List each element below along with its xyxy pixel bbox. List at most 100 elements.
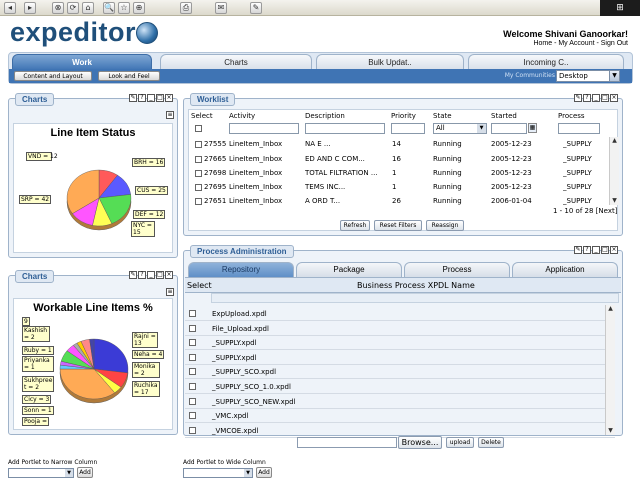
narrow-portlet-select[interactable]: ▼ (8, 468, 74, 478)
row-checkbox[interactable] (195, 170, 202, 177)
row-checkbox[interactable] (189, 426, 196, 434)
xpdl-file-name[interactable]: _SUPPLY_SCO_NEW.xpdl (212, 397, 296, 407)
media-icon[interactable]: ⊕ (133, 2, 145, 14)
portlet-title[interactable]: Process Administration (190, 245, 294, 258)
close-icon[interactable]: × (610, 246, 618, 254)
maximize-icon[interactable]: □ (156, 271, 164, 279)
description-filter-input[interactable] (305, 123, 385, 134)
scroll-down-icon[interactable]: ▼ (610, 197, 619, 205)
look-feel-button[interactable]: Look and Feel (98, 71, 160, 81)
maximize-icon[interactable]: □ (601, 246, 609, 254)
started-filter-input[interactable] (491, 123, 527, 134)
xpdl-file-name[interactable]: _VMC.xpdl (212, 411, 248, 421)
close-icon[interactable]: × (165, 271, 173, 279)
forward-icon[interactable]: ▸ (24, 2, 36, 14)
refresh-button[interactable]: Refresh (340, 220, 370, 231)
config-icon[interactable]: ≡ (166, 111, 174, 119)
column-header[interactable]: Select (191, 112, 213, 120)
edit-icon[interactable]: ✎ (250, 2, 262, 14)
priority-filter-input[interactable] (391, 123, 425, 134)
scroll-up-icon[interactable]: ▲ (610, 137, 619, 145)
home-icon[interactable]: ⌂ (82, 2, 94, 14)
print-icon[interactable]: ⎙ (180, 2, 192, 14)
reassign-button[interactable]: Reassign (426, 220, 464, 231)
refresh-icon[interactable]: ⟳ (67, 2, 79, 14)
row-checkbox[interactable] (189, 310, 196, 317)
minimize-icon[interactable]: _ (147, 271, 155, 279)
tab-bulk-update[interactable]: Bulk Updat.. (316, 54, 464, 70)
column-header[interactable]: Activity (229, 112, 255, 120)
edit-icon[interactable]: ✎ (574, 246, 582, 254)
xpdl-file-name[interactable]: File_Upload.xpdl (212, 324, 269, 334)
portlet-title[interactable]: Charts (15, 270, 55, 283)
calendar-icon[interactable]: ▦ (528, 123, 537, 133)
xpdl-file-name[interactable]: _SUPPLY.xpdl (212, 353, 257, 363)
scroll-down-icon[interactable]: ▼ (606, 427, 615, 435)
portlet-title[interactable]: Charts (15, 93, 55, 106)
tab-incoming[interactable]: Incoming C.. (468, 54, 624, 70)
column-header[interactable]: Priority (391, 112, 416, 120)
edit-icon[interactable]: ✎ (574, 94, 582, 102)
maximize-icon[interactable]: □ (156, 94, 164, 102)
help-icon[interactable]: ? (583, 94, 591, 102)
wide-portlet-select[interactable]: ▼ (183, 468, 253, 478)
browse-button[interactable]: Browse... (398, 436, 442, 449)
minimize-icon[interactable]: _ (592, 246, 600, 254)
search-icon[interactable]: 🔍 (103, 2, 115, 14)
worklist-scrollbar[interactable]: ▲ ▼ (609, 137, 619, 205)
add-narrow-button[interactable]: Add (77, 467, 93, 478)
close-icon[interactable]: × (165, 94, 173, 102)
xpdl-file-name[interactable]: _SUPPLY_SCO.xpdl (212, 367, 276, 377)
pagination[interactable]: 1 - 10 of 28 [Next] (553, 207, 617, 216)
row-checkbox[interactable] (189, 324, 196, 332)
column-header[interactable]: Description (305, 112, 345, 120)
row-checkbox[interactable] (195, 198, 202, 205)
column-header[interactable]: Started (491, 112, 517, 120)
row-checkbox[interactable] (189, 339, 196, 347)
xpdl-file-name[interactable]: _SUPPLY_SCO_1.0.xpdl (212, 382, 291, 392)
select-all-checkbox[interactable] (195, 125, 202, 132)
delete-button[interactable]: Delete (478, 437, 504, 448)
maximize-icon[interactable]: □ (601, 94, 609, 102)
minimize-icon[interactable]: _ (592, 94, 600, 102)
activity-filter-input[interactable] (229, 123, 299, 134)
file-path-input[interactable] (297, 437, 397, 448)
tab-work[interactable]: Work (12, 54, 152, 70)
tab-application[interactable]: Application (512, 262, 618, 277)
add-wide-button[interactable]: Add (256, 467, 272, 478)
repository-scrollbar[interactable]: ▲ ▼ (605, 305, 615, 435)
help-icon[interactable]: ? (138, 94, 146, 102)
portlet-title[interactable]: Worklist (190, 93, 236, 106)
tab-charts[interactable]: Charts (160, 54, 312, 70)
close-icon[interactable]: × (610, 94, 618, 102)
tab-package[interactable]: Package (296, 262, 402, 277)
column-header[interactable]: State (433, 112, 452, 120)
xpdl-file-name[interactable]: _SUPPLY.xpdl (212, 338, 257, 348)
reset-filters-button[interactable]: Reset Filters (374, 220, 422, 231)
xpdl-file-name[interactable]: ExpUpload.xpdl (212, 309, 267, 319)
row-checkbox[interactable] (189, 368, 196, 376)
stop-icon[interactable]: ⊗ (52, 2, 64, 14)
row-checkbox[interactable] (195, 184, 202, 191)
mail-icon[interactable]: ✉ (215, 2, 227, 14)
row-checkbox[interactable] (189, 353, 196, 361)
tab-process[interactable]: Process (404, 262, 510, 277)
upload-button[interactable]: upload (446, 437, 474, 448)
minimize-icon[interactable]: _ (147, 94, 155, 102)
config-icon[interactable]: ≡ (166, 288, 174, 296)
row-checkbox[interactable] (189, 412, 196, 420)
community-select[interactable]: Desktop ▼ (556, 70, 620, 82)
state-filter-select[interactable]: All ▼ (433, 123, 487, 134)
edit-icon[interactable]: ✎ (129, 271, 137, 279)
help-icon[interactable]: ? (138, 271, 146, 279)
scroll-up-icon[interactable]: ▲ (606, 305, 615, 313)
favorites-icon[interactable]: ☆ (118, 2, 130, 14)
column-header[interactable]: Process (558, 112, 585, 120)
tab-repository[interactable]: Repository (188, 262, 294, 277)
content-layout-button[interactable]: Content and Layout (14, 71, 92, 81)
process-filter-input[interactable] (558, 123, 600, 134)
edit-icon[interactable]: ✎ (129, 94, 137, 102)
xpdl-file-name[interactable]: _VMCOE.xpdl (212, 426, 258, 436)
back-icon[interactable]: ◂ (4, 2, 16, 14)
help-icon[interactable]: ? (583, 246, 591, 254)
